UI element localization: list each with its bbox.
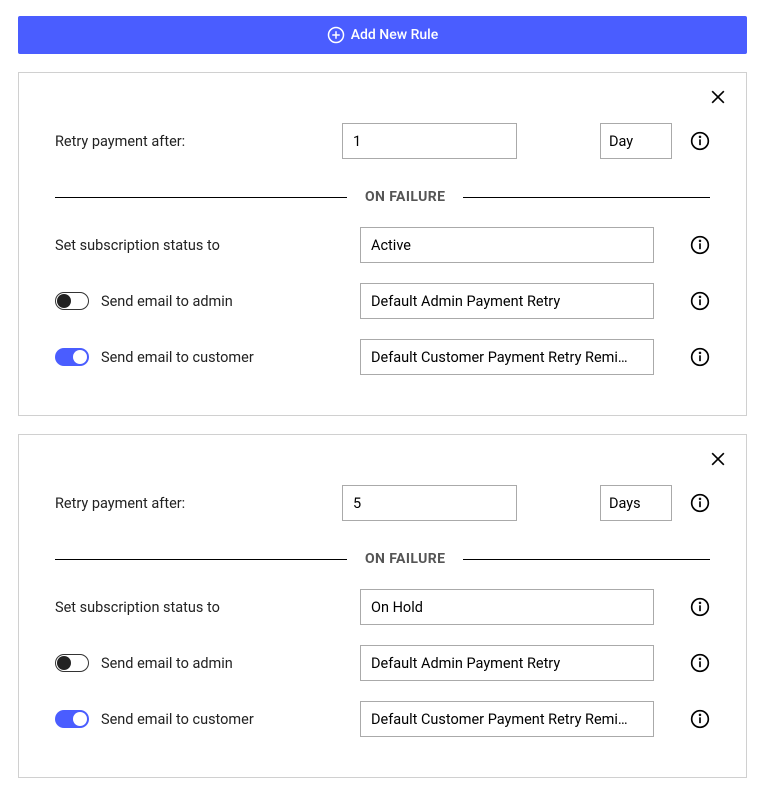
email-admin-label: Send email to admin: [101, 293, 233, 310]
close-rule-button[interactable]: [708, 87, 728, 112]
close-icon: [708, 87, 728, 107]
close-rule-button[interactable]: [708, 449, 728, 474]
info-icon[interactable]: [690, 493, 710, 513]
info-icon[interactable]: [690, 131, 710, 151]
set-status-label: Set subscription status to: [55, 599, 220, 616]
retry-after-label: Retry payment after:: [55, 133, 185, 150]
on-failure-label: ON FAILURE: [365, 189, 445, 205]
info-icon[interactable]: [690, 347, 710, 367]
retry-after-label: Retry payment after:: [55, 495, 185, 512]
admin-template-select[interactable]: Default Admin Payment Retry: [360, 283, 654, 319]
email-customer-label: Send email to customer: [101, 711, 254, 728]
toggle-knob: [73, 712, 87, 726]
plus-circle-icon: [327, 26, 345, 44]
set-status-label: Set subscription status to: [55, 237, 220, 254]
customer-template-select[interactable]: Default Customer Payment Retry Remin…: [360, 701, 654, 737]
status-select[interactable]: Active: [360, 227, 654, 263]
rule-card: Retry payment after: Days ON FAILURE Set…: [18, 434, 747, 778]
email-admin-toggle[interactable]: [55, 654, 89, 672]
info-icon[interactable]: [690, 235, 710, 255]
toggle-knob: [57, 294, 71, 308]
email-admin-label: Send email to admin: [101, 655, 233, 672]
info-icon[interactable]: [690, 291, 710, 311]
retry-unit-select[interactable]: Day: [600, 123, 672, 159]
email-admin-toggle[interactable]: [55, 292, 89, 310]
status-select[interactable]: On Hold: [360, 589, 654, 625]
add-new-rule-button[interactable]: Add New Rule: [18, 16, 747, 54]
info-icon[interactable]: [690, 653, 710, 673]
close-icon: [708, 449, 728, 469]
add-new-rule-label: Add New Rule: [351, 27, 439, 43]
rule-card: Retry payment after: Day ON FAILURE Set …: [18, 72, 747, 416]
email-customer-label: Send email to customer: [101, 349, 254, 366]
email-customer-toggle[interactable]: [55, 348, 89, 366]
divider-line: [55, 197, 347, 198]
divider-line: [463, 559, 710, 560]
admin-template-select[interactable]: Default Admin Payment Retry: [360, 645, 654, 681]
customer-template-select[interactable]: Default Customer Payment Retry Remin…: [360, 339, 654, 375]
retry-value-input[interactable]: [342, 485, 517, 521]
info-icon[interactable]: [690, 709, 710, 729]
email-customer-toggle[interactable]: [55, 710, 89, 728]
divider-line: [55, 559, 347, 560]
divider-line: [463, 197, 710, 198]
on-failure-label: ON FAILURE: [365, 551, 445, 567]
info-icon[interactable]: [690, 597, 710, 617]
retry-unit-select[interactable]: Days: [600, 485, 672, 521]
toggle-knob: [73, 350, 87, 364]
toggle-knob: [57, 656, 71, 670]
retry-value-input[interactable]: [342, 123, 517, 159]
